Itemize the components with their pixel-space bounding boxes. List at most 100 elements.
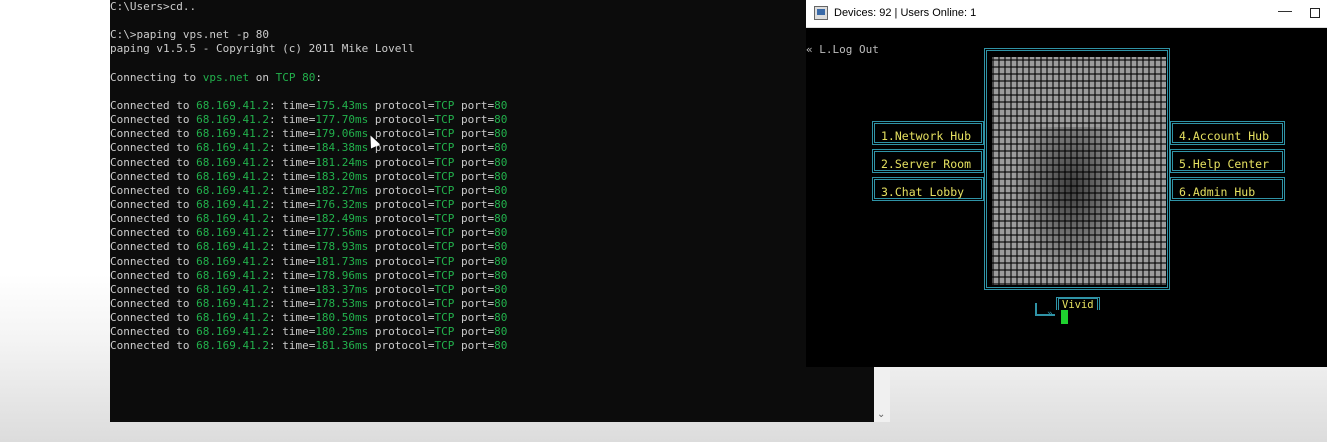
ping-time: 176.32ms	[315, 197, 369, 211]
ping-label: port=	[454, 212, 495, 226]
ping-label: : time=	[268, 296, 316, 310]
ping-label: Connected to	[110, 311, 197, 325]
ping-time: 182.27ms	[315, 183, 369, 197]
ping-time: 183.37ms	[315, 282, 369, 296]
ping-time: 175.43ms	[315, 98, 369, 112]
ping-time: 181.73ms	[315, 254, 369, 268]
input-cursor[interactable]	[1061, 310, 1068, 324]
app-window: Devices: 92 | Users Online: 1 — « L.Log …	[806, 0, 1327, 367]
ping-label: port=	[454, 296, 495, 310]
ping-result-line: Connected to 68.169.41.2: time=177.56ms …	[110, 226, 507, 240]
ping-time: 183.20ms	[315, 169, 369, 183]
ping-label: Connected to	[110, 183, 197, 197]
title-bar[interactable]: Devices: 92 | Users Online: 1 —	[806, 0, 1327, 28]
ping-protocol: TCP	[434, 226, 455, 240]
ping-protocol: TCP	[434, 169, 455, 183]
ping-port: 80	[494, 212, 508, 226]
ping-result-line: Connected to 68.169.41.2: time=175.43ms …	[110, 99, 507, 113]
ping-result-line: Connected to 68.169.41.2: time=176.32ms …	[110, 198, 507, 212]
ping-label: : time=	[268, 282, 316, 296]
ping-label: port=	[454, 240, 495, 254]
ping-label: : time=	[268, 113, 316, 127]
ping-port: 80	[494, 282, 508, 296]
ping-time: 180.50ms	[315, 311, 369, 325]
ping-protocol: TCP	[434, 254, 455, 268]
ping-label: protocol=	[368, 226, 435, 240]
ping-ip: 68.169.41.2	[196, 127, 269, 141]
ping-label: protocol=	[368, 127, 435, 141]
ping-result-line: Connected to 68.169.41.2: time=182.27ms …	[110, 184, 507, 198]
ping-label: protocol=	[368, 282, 435, 296]
ping-ip: 68.169.41.2	[196, 325, 269, 339]
ping-label: : time=	[268, 141, 316, 155]
maximize-button[interactable]	[1310, 8, 1320, 18]
ping-protocol: TCP	[434, 98, 455, 112]
ping-protocol: TCP	[434, 141, 455, 155]
menu-server-room[interactable]: 2.Server Room	[872, 149, 984, 173]
ping-ip: 68.169.41.2	[196, 141, 269, 155]
ping-label: protocol=	[368, 212, 435, 226]
ping-label: Connected to	[110, 141, 197, 155]
ping-label: port=	[454, 183, 495, 197]
menu-account-hub[interactable]: 4.Account Hub	[1170, 121, 1285, 145]
ping-label: Connected to	[110, 212, 197, 226]
ping-port: 80	[494, 254, 508, 268]
ping-label: port=	[454, 141, 495, 155]
ping-port: 80	[494, 113, 508, 127]
ping-result-line: Connected to 68.169.41.2: time=182.49ms …	[110, 212, 507, 226]
ping-label: : time=	[268, 240, 316, 254]
minimize-button[interactable]: —	[1278, 2, 1292, 18]
ping-label: protocol=	[368, 169, 435, 183]
ping-label: protocol=	[368, 311, 435, 325]
ping-label: Connected to	[110, 254, 197, 268]
ping-label: : time=	[268, 339, 316, 353]
ping-label: Connected to	[110, 169, 197, 183]
ping-label: Connected to	[110, 155, 197, 169]
ping-time: 182.49ms	[315, 212, 369, 226]
menu-admin-hub[interactable]: 6.Admin Hub	[1170, 177, 1285, 201]
ping-ip: 68.169.41.2	[196, 268, 269, 282]
console-line: C:\>paping vps.net -p 80	[110, 28, 269, 42]
ping-label: port=	[454, 113, 495, 127]
ping-label: Connected to	[110, 127, 197, 141]
ping-port: 80	[494, 268, 508, 282]
ping-label: protocol=	[368, 254, 435, 268]
ping-protocol: TCP	[434, 113, 455, 127]
ping-label: : time=	[268, 169, 316, 183]
ping-label: Connected to	[110, 240, 197, 254]
ping-protocol: TCP	[434, 268, 455, 282]
console-line: Connecting to vps.net on TCP 80:	[110, 71, 507, 85]
ping-label: : time=	[268, 155, 316, 169]
ping-label: port=	[454, 311, 495, 325]
ping-ip: 68.169.41.2	[196, 98, 269, 112]
ping-label: protocol=	[368, 296, 435, 310]
ping-ip: 68.169.41.2	[196, 197, 269, 211]
menu-network-hub[interactable]: 1.Network Hub	[872, 121, 984, 145]
ping-port: 80	[494, 155, 508, 169]
ping-label: Connected to	[110, 226, 197, 240]
ping-result-line: Connected to 68.169.41.2: time=178.96ms …	[110, 269, 507, 283]
ping-port: 80	[494, 197, 508, 211]
ping-label: port=	[454, 339, 495, 353]
prompt-arrow-icon: »	[1047, 309, 1053, 319]
logout-link[interactable]: « L.Log Out	[806, 43, 879, 56]
ping-ip: 68.169.41.2	[196, 226, 269, 240]
ping-result-line: Connected to 68.169.41.2: time=177.70ms …	[110, 113, 507, 127]
ping-time: 178.96ms	[315, 268, 369, 282]
ping-result-line: Connected to 68.169.41.2: time=183.37ms …	[110, 283, 507, 297]
ping-time: 180.25ms	[315, 325, 369, 339]
menu-chat-lobby[interactable]: 3.Chat Lobby	[872, 177, 984, 201]
console-line: paping v1.5.5 - Copyright (c) 2011 Mike …	[110, 42, 415, 56]
console-port: 80	[302, 70, 316, 84]
ping-label: protocol=	[368, 98, 435, 112]
ping-label: port=	[454, 226, 495, 240]
ping-label: protocol=	[368, 113, 435, 127]
ping-label: protocol=	[368, 155, 435, 169]
scroll-down-icon[interactable]: ⌄	[877, 409, 885, 420]
ping-result-line: Connected to 68.169.41.2: time=179.06ms …	[110, 127, 507, 141]
ping-label: protocol=	[368, 240, 435, 254]
menu-help-center[interactable]: 5.Help Center	[1170, 149, 1285, 173]
